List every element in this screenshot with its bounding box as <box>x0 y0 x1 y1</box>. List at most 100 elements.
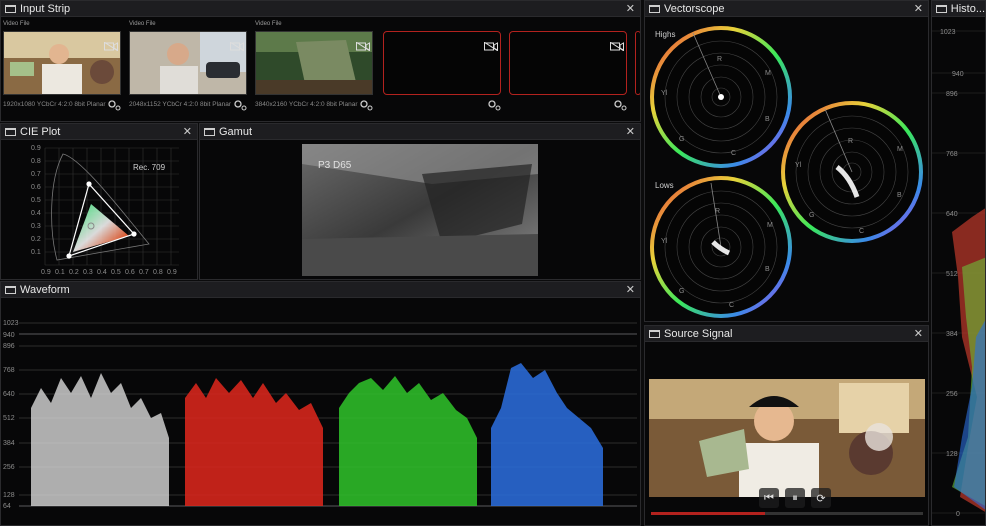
input-strip-body: Video File 1920x1080 YCbCr 4:2:0 8bit Pl… <box>1 17 640 121</box>
window-icon <box>649 4 660 13</box>
camera-off-icon <box>230 42 244 51</box>
svg-text:B: B <box>765 266 770 273</box>
svg-text:512: 512 <box>3 415 15 422</box>
cie-y-ticks: 0.9 0.8 0.7 0.6 0.5 0.4 0.3 0.2 0.1 <box>31 145 41 256</box>
svg-text:1023: 1023 <box>3 320 19 327</box>
svg-text:Yl: Yl <box>661 90 668 97</box>
svg-text:0.7: 0.7 <box>31 171 41 178</box>
svg-text:M: M <box>897 146 903 153</box>
pause-button[interactable]: ⏸ <box>785 488 805 508</box>
settings-icon[interactable] <box>487 99 501 111</box>
window-icon <box>936 4 947 13</box>
highs-label: Highs <box>655 30 675 39</box>
svg-text:940: 940 <box>952 71 964 78</box>
gamut-header: Gamut ✕ <box>200 124 640 140</box>
vectorscope-scope-lows: R M B C G Yl <box>650 176 792 318</box>
svg-text:940: 940 <box>3 332 15 339</box>
waveform-title: Waveform <box>20 283 70 296</box>
source-signal-panel: Source Signal ✕ ⏮ ⏸ ⟳ <box>644 325 929 526</box>
cie-plot-panel: CIE Plot ✕ Rec. 709 0.9 0.8 0.7 0.6 0.5 … <box>0 123 198 280</box>
svg-text:R: R <box>717 56 722 63</box>
svg-text:0: 0 <box>956 511 960 518</box>
svg-text:0.3: 0.3 <box>31 223 41 230</box>
settings-icon[interactable] <box>359 99 373 111</box>
svg-text:1023: 1023 <box>940 29 956 36</box>
tile-type-label: Video File <box>3 21 30 27</box>
vectorscope-title: Vectorscope <box>664 2 725 15</box>
svg-text:0.9: 0.9 <box>167 269 177 276</box>
input-tile[interactable]: Video File 2048x1152 YCbCr 4:2:0 8bit Pl… <box>129 21 249 119</box>
input-tile[interactable]: Video File 1920x1080 YCbCr 4:2:0 8bit Pl… <box>3 21 123 119</box>
playback-progress-fill <box>651 512 766 515</box>
vectorscope-panel: Vectorscope ✕ Highs Lows RM BC G Yl R M … <box>644 0 929 322</box>
cie-x-ticks: 0.9 0.1 0.2 0.3 0.4 0.5 0.6 0.7 0.8 0.9 <box>41 269 177 276</box>
histogram-header: Histo... <box>932 1 985 17</box>
window-icon <box>5 4 16 13</box>
svg-text:0.1: 0.1 <box>31 249 41 256</box>
svg-text:R: R <box>848 138 853 145</box>
svg-text:Yl: Yl <box>795 162 802 169</box>
svg-text:0.2: 0.2 <box>69 269 79 276</box>
svg-text:0.8: 0.8 <box>153 269 163 276</box>
skip-back-button[interactable]: ⏮ <box>759 488 779 508</box>
window-icon <box>649 329 660 338</box>
close-icon[interactable]: ✕ <box>626 125 635 138</box>
tile-type-label: Video File <box>129 21 156 27</box>
svg-text:G: G <box>679 288 684 295</box>
settings-icon[interactable] <box>233 99 247 111</box>
window-icon <box>5 127 16 136</box>
svg-text:M: M <box>765 70 771 77</box>
close-icon[interactable]: ✕ <box>914 327 923 340</box>
loop-button[interactable]: ⟳ <box>811 488 831 508</box>
tile-thumbnail <box>3 31 121 95</box>
waveform-white-channel <box>31 373 169 506</box>
close-icon[interactable]: ✕ <box>626 2 635 15</box>
svg-text:640: 640 <box>946 211 958 218</box>
cie-plot-header: CIE Plot ✕ <box>1 124 197 140</box>
close-icon[interactable]: ✕ <box>183 125 192 138</box>
svg-text:0.1: 0.1 <box>55 269 65 276</box>
svg-text:0.2: 0.2 <box>31 236 41 243</box>
input-strip-header: Input Strip ✕ <box>1 1 640 17</box>
settings-icon[interactable] <box>613 99 627 111</box>
source-signal-header: Source Signal ✕ <box>645 326 928 342</box>
vectorscope-scope-highs: R M B C G Yl <box>650 26 792 168</box>
camera-off-icon <box>484 42 498 51</box>
cie-diagram: Rec. 709 0.9 0.8 0.7 0.6 0.5 0.4 0.3 0.2… <box>31 145 179 276</box>
histogram-graph: 1023 940 896 768 640 512 384 256 128 0 <box>932 29 985 518</box>
svg-text:0.7: 0.7 <box>139 269 149 276</box>
svg-text:896: 896 <box>3 343 15 350</box>
svg-text:0.4: 0.4 <box>97 269 107 276</box>
svg-text:0.4: 0.4 <box>31 210 41 217</box>
lows-label: Lows <box>655 181 674 190</box>
input-tile[interactable]: Video File 3840x2160 YCbCr 4:2:0 8bit Pl… <box>255 21 375 119</box>
svg-text:R: R <box>715 208 720 215</box>
empty-slot-frame <box>635 31 640 95</box>
svg-text:256: 256 <box>3 464 15 471</box>
gamut-body: P3 D65 <box>200 140 640 279</box>
close-icon[interactable]: ✕ <box>626 283 635 296</box>
tile-thumbnail <box>129 31 247 95</box>
svg-text:0.6: 0.6 <box>125 269 135 276</box>
svg-text:384: 384 <box>946 331 958 338</box>
empty-input-slot[interactable] <box>509 21 629 119</box>
playback-progress-bar[interactable] <box>651 512 923 515</box>
svg-text:128: 128 <box>3 492 15 499</box>
gamut-overlay-label: P3 D65 <box>318 160 352 171</box>
vectorscope-body: Highs Lows RM BC G Yl RM BC G Yl R M B C… <box>645 17 928 321</box>
settings-icon[interactable] <box>107 99 121 111</box>
svg-text:768: 768 <box>3 367 15 374</box>
waveform-body: 1023 940 896 768 640 512 384 256 128 64 <box>1 298 640 525</box>
close-icon[interactable]: ✕ <box>914 2 923 15</box>
svg-text:0.6: 0.6 <box>31 184 41 191</box>
empty-input-slot[interactable] <box>383 21 503 119</box>
svg-text:0.3: 0.3 <box>83 269 93 276</box>
svg-text:128: 128 <box>946 451 958 458</box>
histogram-title: Histo... <box>950 2 985 15</box>
source-signal-title: Source Signal <box>664 327 733 340</box>
svg-text:0.8: 0.8 <box>31 158 41 165</box>
cie-plot-title: CIE Plot <box>20 125 61 138</box>
waveform-red-channel <box>185 378 323 506</box>
empty-input-slot[interactable] <box>635 21 640 119</box>
tile-thumbnail <box>255 31 373 95</box>
